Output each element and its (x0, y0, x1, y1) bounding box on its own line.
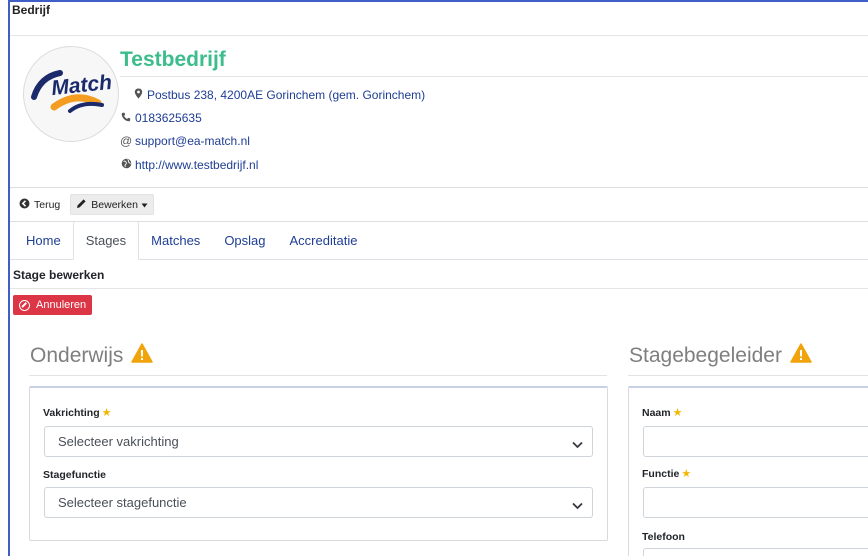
page-subtitle: Stage bewerken (10, 260, 868, 289)
tab-home[interactable]: Home (14, 221, 73, 259)
vakrichting-select[interactable]: Selecteer vakrichting (44, 426, 593, 457)
map-marker-icon (132, 88, 144, 102)
onderwijs-title-row: Onderwijs (30, 343, 154, 369)
company-address: Postbus 238, 4200AE Gorinchem (gem. Gori… (147, 88, 426, 102)
functie-label-row: Functie ★ (642, 467, 692, 481)
divider (120, 76, 868, 77)
edit-label: Bewerken (91, 198, 138, 211)
warning-triangle-icon (790, 343, 812, 369)
vakrichting-label-row: Vakrichting ★ (43, 406, 112, 420)
back-circle-icon (19, 198, 30, 212)
tab-bar: Home Stages Matches Opslag Accreditatie (10, 221, 868, 260)
stagebegeleider-title: Stagebegeleider (629, 344, 782, 367)
phone-icon (120, 112, 132, 125)
at-icon: @ (120, 134, 133, 148)
star-icon: ★ (681, 468, 692, 480)
naam-label-row: Naam ★ (642, 406, 683, 420)
company-website-row: http://www.testbedrijf.nl (120, 158, 258, 172)
tab-stages[interactable]: Stages (72, 221, 140, 260)
star-icon: ★ (101, 407, 112, 419)
globe-icon (120, 158, 132, 172)
company-address-row: Postbus 238, 4200AE Gorinchem (gem. Gori… (132, 88, 425, 102)
company-name: Testbedrijf (120, 48, 226, 71)
stagefunctie-label-row: Stagefunctie (43, 469, 106, 481)
vakrichting-select-value: Selecteer vakrichting (58, 434, 179, 449)
onderwijs-card: Vakrichting ★ Selecteer vakrichting Stag… (29, 386, 608, 541)
company-phone[interactable]: 0183625635 (135, 111, 202, 125)
functie-input[interactable] (643, 487, 868, 518)
back-button[interactable]: Terug (14, 194, 66, 215)
warning-triangle-icon (131, 343, 154, 369)
stagebegeleider-card: Naam ★ Functie ★ Telefoon (628, 386, 868, 556)
company-panel: Bedrijf Match Testbedrijf Postbus 238, 4… (8, 0, 868, 556)
naam-input[interactable] (643, 426, 868, 457)
stagebegeleider-title-row: Stagebegeleider (629, 343, 812, 369)
company-website[interactable]: http://www.testbedrijf.nl (135, 158, 258, 172)
company-email[interactable]: support@ea-match.nl (135, 134, 250, 148)
stagefunctie-select-value: Selecteer stagefunctie (58, 495, 187, 510)
match-logo-icon: Match (31, 70, 113, 113)
back-label: Terug (34, 198, 61, 211)
naam-label: Naam (642, 406, 671, 419)
tab-matches[interactable]: Matches (139, 221, 212, 259)
vakrichting-label: Vakrichting (43, 406, 100, 419)
chevron-down-icon (572, 437, 583, 452)
company-phone-row: 0183625635 (120, 111, 202, 125)
pencil-icon (76, 198, 87, 212)
caret-down-icon (141, 199, 148, 211)
cancel-label: Annuleren (36, 299, 87, 311)
stagefunctie-select[interactable]: Selecteer stagefunctie (44, 487, 593, 518)
tab-opslag[interactable]: Opslag (212, 221, 277, 259)
company-logo: Match (23, 46, 119, 142)
action-row: Annuleren (10, 289, 868, 325)
tab-accreditatie[interactable]: Accreditatie (278, 221, 370, 259)
telefoon-label: Telefoon (642, 531, 685, 543)
telefoon-label-row: Telefoon (642, 531, 685, 543)
company-email-row: @ support@ea-match.nl (120, 134, 250, 148)
functie-label: Functie (642, 467, 680, 480)
section-header: Bedrijf (10, 2, 868, 36)
telefoon-input[interactable] (643, 548, 868, 556)
company-card: Match Testbedrijf Postbus 238, 4200AE Go… (10, 36, 868, 188)
ban-icon (19, 299, 30, 311)
cancel-button[interactable]: Annuleren (13, 295, 93, 315)
toolbar: Terug Bewerken (10, 188, 868, 222)
chevron-down-icon (572, 498, 583, 513)
divider (29, 375, 607, 376)
divider (628, 375, 868, 376)
onderwijs-title: Onderwijs (30, 344, 124, 367)
edit-dropdown-button[interactable]: Bewerken (70, 194, 154, 215)
star-icon: ★ (672, 407, 683, 419)
stagefunctie-label: Stagefunctie (43, 469, 107, 481)
